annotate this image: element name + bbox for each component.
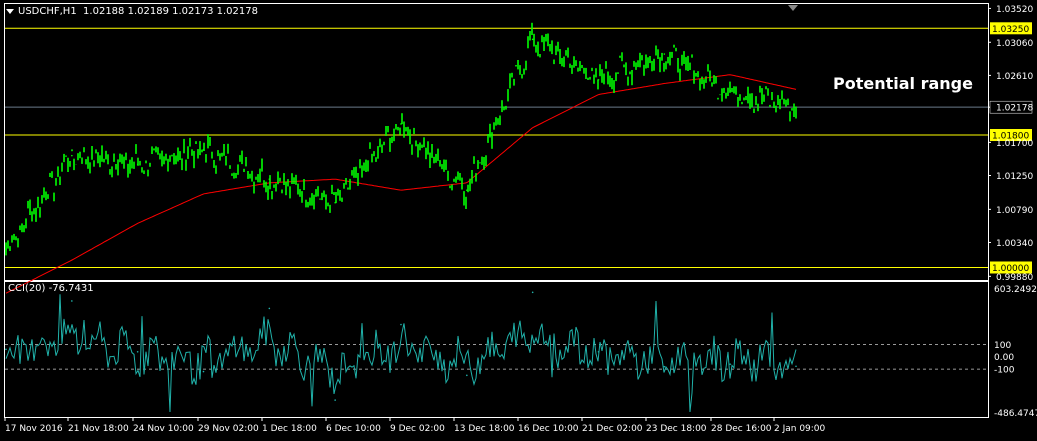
cci-title: CCI(20) -76.7431 [8,283,94,294]
cci-point [729,363,731,365]
price-point [531,38,534,41]
time-tick-label: 21 Dec 02:00 [582,424,643,434]
time-tick-label: 2 Jan 09:00 [774,424,826,434]
time-tick-label: 1 Dec 18:00 [262,424,317,434]
time-tick-label: 28 Dec 16:00 [711,424,772,434]
price-tick-label: 1.01700 [996,139,1033,149]
ohlc-values: 1.02188 1.02189 1.02173 1.02178 [83,6,258,17]
time-tick-label: 6 Dec 10:00 [326,424,381,434]
price-tick-label: 0.99880 [996,273,1033,283]
cci-line [5,294,797,413]
cci-tick-label: 603.2492 [994,285,1037,295]
price-point [466,189,468,192]
time-tick-label: 24 Nov 10:00 [133,424,194,434]
price-tick-label: 1.02610 [996,72,1033,82]
price-point [597,79,600,81]
cci-point [334,399,336,401]
cci-tick-label: 0.00 [994,353,1014,363]
potential-range-label: Potential range [833,74,973,93]
cci-tick-label: -486.4747 [994,409,1037,419]
price-point [795,106,797,108]
price-tick-label: 1.00340 [996,239,1033,249]
price-point [71,154,73,157]
price-point [5,248,7,250]
cci-point [795,365,797,368]
cci-point [531,291,534,294]
price-point [136,163,139,166]
cci-point [597,350,600,353]
time-tick-label: 23 Dec 18:00 [646,424,707,434]
time-tick-label: 17 Nov 2016 [5,424,63,434]
current-price-label: 1.02178 [996,104,1033,114]
cci-point [663,365,666,368]
price-tick-label: 1.03520 [996,5,1033,15]
price-point [268,178,271,180]
price-tick-label: 1.03060 [996,39,1033,49]
time-tick-label: 9 Dec 02:00 [390,424,445,434]
symbol-dropdown-icon[interactable] [6,9,14,14]
price-point [729,90,731,92]
price-tick-label: 1.01250 [996,172,1033,182]
cci-point [202,370,205,373]
price-point [334,201,336,204]
time-tick-label: 16 Dec 10:00 [518,424,579,434]
shift-marker-icon[interactable] [788,5,798,11]
cci-tick-label: -100 [994,366,1015,376]
cci-point [268,307,271,310]
price-panel-frame [4,3,989,281]
price-point [663,53,666,55]
price-point [202,148,205,151]
price-tick-label: 1.00790 [996,206,1033,216]
time-tick-label: 13 Dec 18:00 [454,424,515,434]
time-tick-label: 29 Nov 02:00 [198,424,259,434]
cci-tick-label: 100 [994,341,1011,351]
symbol-label: USDCHF,H1 [18,6,77,17]
price-bars [5,22,797,256]
time-tick-label: 21 Nov 18:00 [68,424,129,434]
cci-panel-frame [4,281,989,418]
cci-point [71,300,73,302]
price-point [400,123,402,125]
chart-canvas: 1.032501.018001.000001.035201.030601.026… [4,3,1037,434]
cci-layer [5,291,988,413]
cci-point [5,348,7,351]
price-layer [5,22,988,294]
cci-point [400,323,402,326]
cci-point [466,374,468,377]
cci-point [136,350,139,353]
chart-header: USDCHF,H1 1.02188 1.02189 1.02173 1.0217… [18,6,258,17]
level-tag-label: 1.03250 [992,25,1029,35]
